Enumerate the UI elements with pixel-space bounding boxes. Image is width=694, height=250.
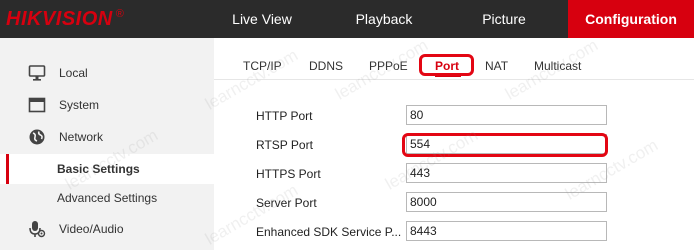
tab-multicast[interactable]: Multicast [534,59,581,73]
monitor-icon [28,64,46,82]
tab-divider [214,79,694,80]
network-subtabs: TCP/IP DDNS PPPoE Port NAT Multicast [214,38,694,82]
sidebar-item-label: Network [59,130,104,144]
server-port-label: Server Port [256,196,317,210]
sidebar-item-basic-settings[interactable]: Basic Settings [0,154,214,184]
form-row-enhanced-sdk-service-port: Enhanced SDK Service P... [214,218,694,244]
sidebar-item-label: Basic Settings [57,162,140,176]
http-port-input[interactable] [406,105,607,125]
top-navigation-bar: HIKVISION ® Live View Playback Picture C… [0,0,694,38]
https-port-input[interactable] [406,163,607,183]
sidebar-item-label: Local [59,66,88,80]
nav-tab-picture[interactable]: Picture [452,0,556,38]
server-port-input[interactable] [406,192,607,212]
tab-tcpip[interactable]: TCP/IP [243,59,282,73]
nav-tab-configuration[interactable]: Configuration [568,0,694,38]
tab-nat[interactable]: NAT [485,59,508,73]
main-content: TCP/IP DDNS PPPoE Port NAT Multicast HTT… [214,38,694,250]
sidebar-item-label: Video/Audio [59,222,124,236]
form-row-server-port: Server Port [214,189,694,215]
tab-pppoe[interactable]: PPPoE [369,59,408,73]
window-icon [28,96,46,114]
rtsp-port-label: RTSP Port [256,138,313,152]
sidebar-item-advanced-settings[interactable]: Advanced Settings [0,183,214,213]
sidebar: Local System Network Basic Settings Adva… [0,38,214,250]
active-indicator [6,154,9,184]
form-row-http-port: HTTP Port [214,102,694,128]
hikvision-logo: HIKVISION ® [6,6,124,32]
https-port-label: HTTPS Port [256,167,321,181]
sidebar-item-local[interactable]: Local [0,58,214,88]
globe-icon [28,128,46,146]
enhanced-sdk-service-port-input[interactable] [406,221,607,241]
form-row-https-port: HTTPS Port [214,160,694,186]
rtsp-port-highlight-box [402,133,608,157]
sidebar-item-video-audio[interactable]: Video/Audio [0,214,214,244]
port-tab-highlight-box [419,54,474,76]
sidebar-item-label: System [59,98,100,112]
nav-tab-live-view[interactable]: Live View [206,0,318,38]
enhanced-sdk-service-port-label: Enhanced SDK Service P... [256,225,402,239]
http-port-label: HTTP Port [256,109,313,123]
sidebar-item-network[interactable]: Network [0,122,214,152]
nav-tab-playback[interactable]: Playback [330,0,438,38]
sidebar-item-label: Advanced Settings [57,191,158,205]
registered-mark: ® [115,8,125,20]
logo-text: HIKVISION [6,8,113,30]
sidebar-item-system[interactable]: System [0,90,214,120]
tab-ddns[interactable]: DDNS [309,59,343,73]
microphone-icon [28,220,46,238]
